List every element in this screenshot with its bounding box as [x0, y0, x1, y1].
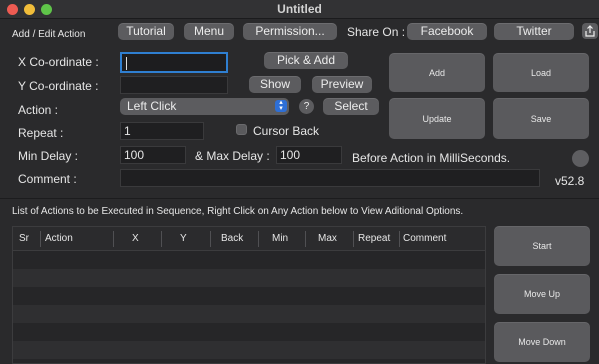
col-action[interactable]: Action — [45, 233, 73, 244]
twitter-button[interactable]: Twitter — [494, 23, 574, 40]
col-max[interactable]: Max — [318, 233, 337, 244]
min-delay-field[interactable]: 100 — [120, 146, 186, 164]
col-back[interactable]: Back — [221, 233, 243, 244]
permission-button[interactable]: Permission... — [243, 23, 337, 40]
column-separator — [258, 231, 259, 247]
col-min[interactable]: Min — [272, 233, 288, 244]
action-select-value: Left Click — [127, 99, 177, 113]
add-button[interactable]: Add — [389, 53, 485, 92]
column-separator — [40, 231, 41, 247]
version-label: v52.8 — [555, 174, 585, 188]
min-delay-label: Min Delay : — [18, 149, 79, 163]
menu-button[interactable]: Menu — [184, 23, 234, 40]
cursor-back-label: Cursor Back — [253, 124, 320, 138]
section-divider — [0, 198, 599, 199]
preview-button[interactable]: Preview — [312, 76, 372, 93]
table-row[interactable] — [13, 251, 485, 269]
table-row[interactable] — [13, 287, 485, 305]
facebook-button[interactable]: Facebook — [407, 23, 487, 40]
section-label: Add / Edit Action — [12, 29, 86, 40]
y-coordinate-field[interactable] — [120, 76, 228, 94]
column-separator — [353, 231, 354, 247]
comment-label: Comment : — [18, 172, 77, 186]
column-separator — [305, 231, 306, 247]
column-separator — [113, 231, 114, 247]
col-y[interactable]: Y — [180, 233, 187, 244]
actions-table[interactable]: Sr Action X Y Back Min Max Repeat Commen… — [12, 226, 486, 364]
y-coordinate-label: Y Co-ordinate : — [18, 79, 99, 93]
table-row[interactable] — [13, 323, 485, 341]
tutorial-button[interactable]: Tutorial — [118, 23, 174, 40]
table-header: Sr Action X Y Back Min Max Repeat Commen… — [13, 227, 485, 251]
share-on-label: Share On : — [347, 25, 406, 39]
text-caret — [126, 57, 127, 70]
table-row[interactable] — [13, 269, 485, 287]
column-separator — [399, 231, 400, 247]
load-button[interactable]: Load — [493, 53, 589, 92]
start-button[interactable]: Start — [494, 226, 590, 266]
max-delay-field[interactable]: 100 — [276, 146, 342, 164]
x-coordinate-field[interactable] — [120, 52, 228, 73]
repeat-field[interactable]: 1 — [120, 122, 204, 140]
max-delay-label: & Max Delay : — [195, 149, 270, 163]
table-row[interactable] — [13, 305, 485, 323]
delay-units-label: Before Action in MilliSeconds. — [352, 151, 511, 165]
show-button[interactable]: Show — [249, 76, 301, 93]
col-x[interactable]: X — [132, 233, 139, 244]
column-separator — [210, 231, 211, 247]
save-button[interactable]: Save — [493, 98, 589, 139]
status-indicator — [572, 150, 589, 167]
x-coordinate-label: X Co-ordinate : — [18, 55, 99, 69]
select-button[interactable]: Select — [323, 98, 379, 115]
move-down-button[interactable]: Move Down — [494, 322, 590, 362]
move-up-button[interactable]: Move Up — [494, 274, 590, 314]
comment-field[interactable] — [120, 169, 540, 187]
repeat-label: Repeat : — [18, 126, 64, 140]
update-button[interactable]: Update — [389, 98, 485, 139]
title-bar: Untitled — [0, 0, 599, 19]
chevron-updown-icon: ▴ ▾ — [275, 99, 287, 112]
share-icon[interactable] — [582, 23, 598, 39]
action-select[interactable]: Left Click ▴ ▾ — [120, 98, 289, 115]
action-label: Action : — [18, 103, 59, 117]
cursor-back-checkbox[interactable] — [236, 124, 247, 135]
list-caption: List of Actions to be Executed in Sequen… — [12, 206, 464, 217]
col-comment[interactable]: Comment — [403, 233, 446, 244]
help-button[interactable]: ? — [299, 99, 314, 114]
col-sr[interactable]: Sr — [19, 233, 29, 244]
window-title: Untitled — [277, 2, 322, 16]
col-repeat[interactable]: Repeat — [358, 233, 390, 244]
table-row[interactable] — [13, 341, 485, 359]
pick-add-button[interactable]: Pick & Add — [264, 52, 348, 69]
column-separator — [161, 231, 162, 247]
